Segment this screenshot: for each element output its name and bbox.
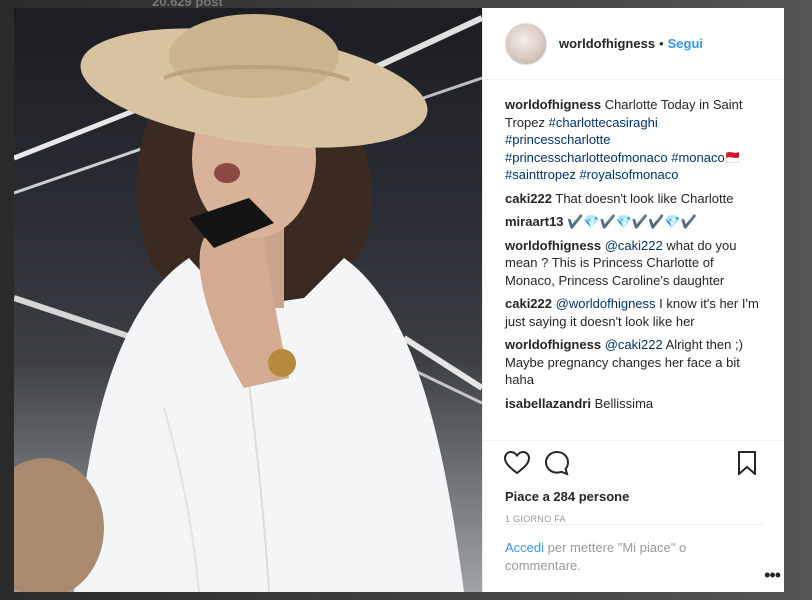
header-username[interactable]: worldofhigness bbox=[559, 36, 655, 51]
hashtag[interactable]: #charlottecasiraghi bbox=[549, 115, 658, 130]
likes-count[interactable]: Piace a 284 persone bbox=[483, 485, 783, 504]
login-prompt: Accedi per mettere "Mi piace" o commenta… bbox=[505, 524, 763, 574]
comment: worldofhigness @caki222 Alright then ;) … bbox=[505, 336, 761, 389]
comment-username[interactable]: worldofhigness bbox=[505, 238, 601, 253]
comment-text: ✔️💎✔️💎✔️✔️💎✔️ bbox=[567, 214, 697, 229]
comment-username[interactable]: caki222 bbox=[505, 296, 552, 311]
hashtag[interactable]: #princesscharlotteofmonaco bbox=[505, 150, 668, 165]
comment-text: That doesn't look like Charlotte bbox=[555, 190, 734, 206]
post-side-panel: worldofhigness • Segui worldofhigness Ch… bbox=[482, 8, 784, 592]
avatar[interactable] bbox=[505, 22, 547, 65]
comment-mention[interactable]: @worldofhigness bbox=[556, 296, 656, 311]
action-icons bbox=[483, 441, 783, 485]
comment-username[interactable]: caki222 bbox=[505, 191, 552, 206]
comment-username[interactable]: miraart13 bbox=[505, 214, 564, 229]
comments-list[interactable]: worldofhigness Charlotte Today in Saint … bbox=[483, 80, 783, 440]
hashtag[interactable]: #sainttropez bbox=[505, 167, 576, 182]
photo-illustration bbox=[14, 14, 482, 592]
comment-icon[interactable] bbox=[543, 449, 571, 477]
more-options-icon[interactable]: ••• bbox=[764, 565, 781, 586]
comment: caki222 @worldofhigness I know it's her … bbox=[505, 295, 761, 330]
comment: miraart13 ✔️💎✔️💎✔️✔️💎✔️ bbox=[505, 213, 761, 231]
caption: worldofhigness Charlotte Today in Saint … bbox=[505, 96, 761, 184]
comment: caki222 That doesn't look like Charlotte bbox=[505, 190, 761, 208]
post-timestamp[interactable]: 1 GIORNO FA bbox=[483, 504, 783, 524]
follow-button[interactable]: Segui bbox=[668, 36, 703, 51]
comment-mention[interactable]: @caki222 bbox=[605, 238, 663, 253]
post-header: worldofhigness • Segui bbox=[483, 8, 784, 80]
hashtag[interactable]: #royalsofmonaco bbox=[579, 167, 678, 182]
comment-mention[interactable]: @caki222 bbox=[605, 337, 663, 352]
header-separator: • bbox=[659, 36, 664, 51]
comment-username[interactable]: worldofhigness bbox=[505, 337, 601, 352]
comment-username[interactable]: isabellazandri bbox=[505, 396, 591, 411]
caption-username[interactable]: worldofhigness bbox=[505, 97, 601, 112]
comment-text: Bellissima bbox=[594, 395, 654, 411]
hashtag[interactable]: #princesscharlotte bbox=[505, 132, 611, 147]
post-modal: worldofhigness • Segui worldofhigness Ch… bbox=[14, 8, 784, 592]
comment: worldofhigness @caki222 what do you mean… bbox=[505, 237, 761, 290]
hashtag[interactable]: #monaco🇲🇨 bbox=[671, 150, 741, 165]
comment: isabellazandri Bellissima bbox=[505, 395, 761, 413]
login-link[interactable]: Accedi bbox=[505, 540, 544, 555]
heart-icon[interactable] bbox=[503, 449, 531, 477]
post-photo[interactable] bbox=[14, 8, 482, 592]
post-actions: Piace a 284 persone 1 GIORNO FA bbox=[483, 440, 783, 524]
bookmark-icon[interactable] bbox=[733, 449, 761, 477]
